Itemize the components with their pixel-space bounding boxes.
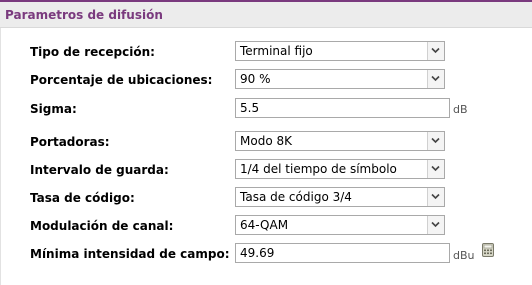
sigma-input[interactable]: 5.5 bbox=[235, 98, 450, 118]
chevron-down-icon bbox=[431, 193, 440, 200]
intervalo-guarda-value: 1/4 del tiempo de símbolo bbox=[240, 162, 397, 176]
portadoras-value: Modo 8K bbox=[240, 134, 292, 148]
panel-left-border bbox=[0, 28, 1, 285]
calculator-icon[interactable] bbox=[482, 243, 494, 257]
sigma-value: 5.5 bbox=[240, 101, 260, 115]
porcentaje-ubicaciones-label: Porcentaje de ubicaciones: bbox=[30, 73, 213, 87]
modulacion-canal-value: 64-QAM bbox=[240, 218, 289, 232]
dropdown-button[interactable] bbox=[427, 42, 444, 60]
porcentaje-ubicaciones-value: 90 % bbox=[240, 72, 271, 86]
dropdown-button[interactable] bbox=[427, 160, 444, 178]
chevron-down-icon bbox=[431, 165, 440, 172]
minima-intensidad-input[interactable]: 49.69 bbox=[235, 243, 450, 263]
tipo-recepcion-value: Terminal fijo bbox=[240, 44, 313, 58]
modulacion-canal-select[interactable]: 64-QAM bbox=[235, 215, 445, 235]
dropdown-button[interactable] bbox=[427, 188, 444, 206]
intervalo-guarda-label: Intervalo de guarda: bbox=[30, 163, 169, 177]
sigma-label: Sigma: bbox=[30, 102, 77, 116]
tasa-codigo-label: Tasa de código: bbox=[30, 191, 135, 205]
sigma-unit: dB bbox=[453, 103, 468, 116]
dropdown-button[interactable] bbox=[427, 70, 444, 88]
portadoras-label: Portadoras: bbox=[30, 135, 110, 149]
panel-title: Parametros de difusión bbox=[5, 8, 163, 22]
tipo-recepcion-label: Tipo de recepción: bbox=[30, 45, 155, 59]
dropdown-button[interactable] bbox=[427, 132, 444, 150]
minima-intensidad-value: 49.69 bbox=[240, 246, 275, 260]
chevron-down-icon bbox=[431, 47, 440, 54]
chevron-down-icon bbox=[431, 75, 440, 82]
modulacion-canal-label: Modulación de canal: bbox=[30, 219, 174, 233]
minima-intensidad-label: Mínima intensidad de campo: bbox=[30, 247, 230, 261]
panel-header: Parametros de difusión bbox=[0, 2, 532, 28]
tasa-codigo-select[interactable]: Tasa de código 3/4 bbox=[235, 187, 445, 207]
chevron-down-icon bbox=[431, 137, 440, 144]
tipo-recepcion-select[interactable]: Terminal fijo bbox=[235, 41, 445, 61]
intervalo-guarda-select[interactable]: 1/4 del tiempo de símbolo bbox=[235, 159, 445, 179]
minima-intensidad-unit: dBu bbox=[453, 249, 475, 262]
chevron-down-icon bbox=[431, 221, 440, 228]
tasa-codigo-value: Tasa de código 3/4 bbox=[240, 190, 352, 204]
dropdown-button[interactable] bbox=[427, 216, 444, 234]
porcentaje-ubicaciones-select[interactable]: 90 % bbox=[235, 69, 445, 89]
portadoras-select[interactable]: Modo 8K bbox=[235, 131, 445, 151]
broadcast-parameters-panel: Parametros de difusión Tipo de recepción… bbox=[0, 0, 532, 285]
